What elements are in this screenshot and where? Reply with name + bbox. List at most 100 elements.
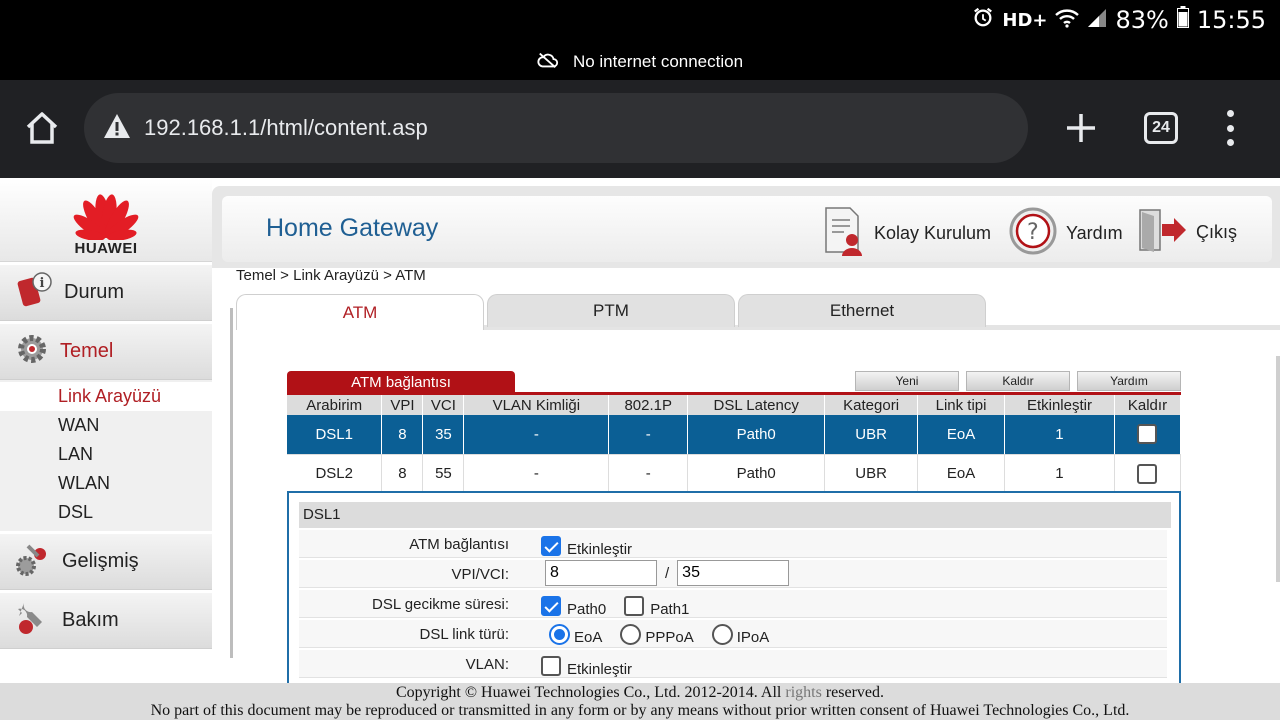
column-header: Arabirim <box>287 395 383 415</box>
huawei-logo-text: HUAWEI <box>74 240 138 257</box>
atm-connection-enable-label: Etkinleştir <box>567 541 633 558</box>
eoa-label: EoA <box>574 629 603 646</box>
path0-label: Path0 <box>567 601 607 618</box>
quick-setup-label: Kolay Kurulum <box>874 223 992 243</box>
atm-table-title: ATM bağlantısı <box>287 371 515 393</box>
sidebar-subitem-link-arayuzu[interactable]: Link Arayüzü <box>0 382 212 411</box>
address-bar[interactable]: 192.168.1.1/html/content.asp <box>84 93 1028 163</box>
router-page: HUAWEI i Durum Temel Link Arayüzü WAN LA… <box>0 178 1280 720</box>
signal-icon <box>1087 6 1107 34</box>
table-row[interactable]: DSL1 8 35 - - Path0 UBR EoA 1 <box>287 415 1182 455</box>
page-title: Home Gateway <box>266 214 439 242</box>
content-scrollbar[interactable] <box>1276 356 1280 582</box>
copyright-footer: Copyright © Huawei Technologies Co., Ltd… <box>0 683 1280 720</box>
atm-connection-label: ATM bağlantısı <box>409 536 509 553</box>
sidebar-item-temel[interactable]: Temel <box>0 324 212 380</box>
table-cell: DSL1 <box>287 415 383 455</box>
table-cell: - <box>608 415 689 455</box>
vpi-input[interactable] <box>545 560 657 586</box>
copyright-text-a: Copyright © Huawei Technologies Co., Ltd… <box>395 684 782 701</box>
help-button[interactable]: Yardım <box>1077 371 1181 391</box>
pppoa-label: PPPoA <box>645 629 694 646</box>
sidebar-submenu: Link Arayüzü WAN LAN WLAN DSL <box>0 380 212 531</box>
remove-checkbox[interactable] <box>1137 463 1158 484</box>
clock: 15:55 <box>1196 6 1266 34</box>
vci-input[interactable] <box>677 560 790 586</box>
page-header: Home Gateway Kolay Kurulum ? Yardım Çıkı… <box>212 186 1280 268</box>
remove-checkbox[interactable] <box>1137 424 1158 445</box>
sidebar-item-bakim[interactable]: Bakım <box>0 593 212 649</box>
help-question-icon: ? <box>1008 206 1058 261</box>
column-header: Link tipi <box>917 395 1005 415</box>
vpi-vci-row: VPI/VCI: / <box>299 560 1167 588</box>
quick-setup-button[interactable]: Kolay Kurulum <box>822 206 991 261</box>
table-cell: - <box>608 454 689 494</box>
vpi-vci-label: VPI/VCI: <box>451 566 509 583</box>
svg-text:i: i <box>40 276 45 291</box>
huawei-petals-icon <box>73 194 139 240</box>
table-cell: EoA <box>917 415 1005 455</box>
more-menu-icon[interactable] <box>1220 110 1240 146</box>
new-button[interactable]: Yeni <box>855 371 959 391</box>
no-connection-banner: No internet connection <box>0 44 1280 80</box>
table-header-row: Arabirim VPI VCI VLAN Kimliği 802.1P DSL… <box>287 395 1182 415</box>
sidebar-item-label: Bakım <box>62 609 119 631</box>
path0-checkbox[interactable] <box>541 595 561 616</box>
sidebar-item-label: Temel <box>60 340 114 362</box>
home-icon[interactable] <box>24 110 60 146</box>
breadcrumb: Temel > Link Arayüzü > ATM <box>236 267 426 284</box>
column-header: DSL Latency <box>687 395 826 415</box>
sidebar-item-gelismis[interactable]: Gelişmiş <box>0 534 212 590</box>
table-cell: EoA <box>917 454 1005 494</box>
column-header: Etkinleştir <box>1004 395 1115 415</box>
sidebar: HUAWEI i Durum Temel Link Arayüzü WAN LA… <box>0 178 212 720</box>
link-type-row: DSL link türü: EoA PPPoA IPoA <box>299 620 1167 648</box>
tab-ptm[interactable]: PTM <box>487 294 735 327</box>
svg-text:?: ? <box>1027 220 1039 245</box>
sidebar-subitem-dsl[interactable]: DSL <box>0 498 212 527</box>
ipoa-label: IPoA <box>736 629 770 646</box>
tab-bar: ATM PTM Ethernet <box>236 294 1280 330</box>
sidebar-item-label: Durum <box>64 281 125 303</box>
help-header-button[interactable]: ? Yardım <box>1008 206 1123 261</box>
table-cell: - <box>463 415 610 455</box>
column-header: Kaldır <box>1114 395 1182 415</box>
huawei-logo: HUAWEI <box>0 178 212 262</box>
ipoa-radio[interactable] <box>711 624 733 645</box>
path1-checkbox[interactable] <box>624 595 645 616</box>
no-connection-text: No internet connection <box>572 52 744 71</box>
table-cell: Path0 <box>687 454 826 494</box>
tab-ethernet[interactable]: Ethernet <box>738 294 986 327</box>
column-header: 802.1P <box>608 395 689 415</box>
table-cell: Path0 <box>687 415 826 455</box>
warning-icon[interactable] <box>102 112 132 145</box>
sidebar-subitem-wlan[interactable]: WLAN <box>0 469 212 498</box>
table-row[interactable]: DSL2 8 55 - - Path0 UBR EoA 1 <box>287 454 1182 494</box>
url-text[interactable]: 192.168.1.1/html/content.asp <box>144 115 428 141</box>
tab-switcher-button[interactable]: 24 <box>1144 112 1178 144</box>
advanced-tools-icon <box>14 540 52 584</box>
column-header: Kategori <box>824 395 919 415</box>
tab-atm[interactable]: ATM <box>236 294 484 330</box>
atm-connection-checkbox[interactable] <box>541 535 561 556</box>
sidebar-subitem-lan[interactable]: LAN <box>0 440 212 469</box>
copyright-text-rights: rights <box>785 684 822 701</box>
path1-label: Path1 <box>650 601 690 618</box>
pppoa-radio[interactable] <box>620 624 642 645</box>
sidebar-subitem-wan[interactable]: WAN <box>0 411 212 440</box>
detail-title: DSL1 <box>299 502 1171 528</box>
eoa-radio[interactable] <box>549 624 570 645</box>
vlan-checkbox[interactable] <box>541 655 561 676</box>
table-cell: UBR <box>824 454 919 494</box>
copyright-text-reserved: reserved. <box>825 684 884 701</box>
sidebar-item-durum[interactable]: i Durum <box>0 265 212 321</box>
sidebar-scrollbar[interactable] <box>230 308 233 658</box>
copyright-disclaimer: No part of this document may be reproduc… <box>150 702 1130 719</box>
table-cell: 1 <box>1004 454 1115 494</box>
remove-button[interactable]: Kaldır <box>966 371 1070 391</box>
vlan-enable-label: Etkinleştir <box>567 661 633 678</box>
table-cell: 8 <box>381 415 424 455</box>
table-cell: UBR <box>824 415 919 455</box>
exit-button[interactable]: Çıkış <box>1136 206 1237 259</box>
new-tab-plus-icon[interactable] <box>1064 110 1098 146</box>
